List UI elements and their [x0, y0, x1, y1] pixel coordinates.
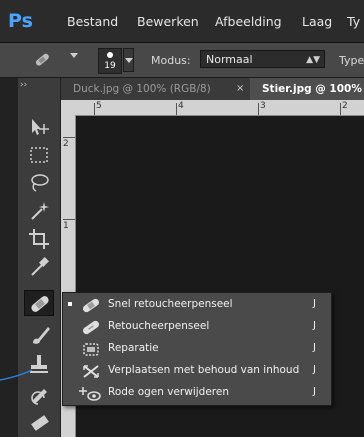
red-eye-tool-icon [79, 384, 103, 403]
flyout-label: Retoucheerpenseel [108, 320, 210, 332]
ruler-label: 4 [178, 101, 184, 111]
flyout-shortcut: J [313, 320, 316, 331]
ruler-tick [94, 103, 95, 115]
flyout-label: Rode ogen verwijderen [108, 386, 229, 398]
close-icon[interactable]: × [236, 78, 244, 100]
ruler-label: 2 [342, 101, 348, 111]
up-down-arrows-icon: ▲▼ [306, 55, 320, 65]
tab-stier[interactable]: Stier.jpg @ 100% [250, 78, 364, 100]
options-bar: 19 Modus: Normaal ▲▼ Type [0, 43, 364, 78]
spot-healing-brush-icon [79, 296, 103, 315]
selected-bullet-icon [68, 302, 72, 306]
ruler-label: 1 [63, 221, 69, 231]
flyout-shortcut: J [313, 298, 316, 309]
flyout-item-content-aware-move[interactable]: Verplaatsen met behoud van inhoud J [63, 361, 331, 382]
mode-select[interactable]: Normaal ▲▼ [200, 50, 325, 68]
menu-type[interactable]: Ty [347, 14, 360, 30]
ruler-tick [63, 219, 75, 220]
content-aware-move-icon [79, 362, 103, 381]
brush-size-value: 19 [104, 61, 116, 71]
photoshop-logo: Ps [8, 10, 33, 32]
horizontal-ruler: 5 4 3 2 [60, 100, 364, 116]
ruler-tick [340, 103, 341, 115]
brush-tip-icon [107, 52, 113, 58]
mode-label: Modus: [151, 54, 191, 67]
panel-collapse-icon[interactable]: ›› [20, 80, 58, 90]
spot-healing-brush-icon[interactable] [32, 51, 52, 69]
brush-size-picker[interactable]: 19 [98, 48, 122, 74]
brush-tool-icon[interactable] [24, 322, 54, 348]
ruler-tick [176, 103, 177, 115]
menu-afbeelding[interactable]: Afbeelding [215, 14, 282, 30]
lasso-tool-icon[interactable] [24, 170, 54, 196]
patch-tool-icon [79, 340, 103, 359]
tool-preset-caret-icon[interactable] [70, 53, 78, 58]
flyout-item-healing-brush[interactable]: Retoucheerpenseel J [63, 317, 331, 338]
magic-wand-icon[interactable] [24, 198, 54, 224]
healing-tools-flyout: Snel retoucheerpenseel J Retoucheerpense… [62, 292, 332, 406]
flyout-item-spot-healing[interactable]: Snel retoucheerpenseel J [63, 295, 331, 316]
type-label: Type [339, 54, 364, 67]
ruler-tick [63, 137, 75, 138]
flyout-shortcut: J [313, 364, 316, 375]
flyout-label: Verplaatsen met behoud van inhoud [108, 364, 300, 376]
ruler-label: 2 [63, 139, 69, 149]
eraser-icon[interactable] [24, 410, 54, 436]
menu-bestand[interactable]: Bestand [67, 14, 118, 30]
flyout-shortcut: J [313, 386, 316, 397]
healing-brush-icon [79, 318, 103, 337]
flyout-label: Snel retoucheerpenseel [108, 298, 233, 310]
tab-duck-label: Duck.jpg @ 100% (RGB/8) [73, 83, 211, 95]
move-tool-icon[interactable] [24, 114, 54, 140]
eyedropper-icon[interactable] [24, 254, 54, 280]
ruler-tick [258, 103, 259, 115]
spot-healing-brush-icon[interactable] [24, 290, 54, 316]
photoshop-window: Ps Bestand Bewerken Afbeelding Laag Ty 1… [0, 0, 364, 437]
flyout-shortcut: J [313, 342, 316, 353]
tab-stier-label: Stier.jpg @ 100% [262, 83, 362, 95]
clone-stamp-icon[interactable] [24, 352, 54, 378]
menu-bewerken[interactable]: Bewerken [137, 14, 199, 30]
menu-laag[interactable]: Laag [302, 14, 332, 30]
ruler-label: 5 [96, 101, 102, 111]
menu-bar: Ps Bestand Bewerken Afbeelding Laag Ty [0, 0, 364, 43]
flyout-item-patch[interactable]: Reparatie J [63, 339, 331, 360]
mode-select-value: Normaal [206, 53, 253, 66]
history-brush-icon[interactable] [24, 382, 54, 408]
crop-tool-icon[interactable] [24, 226, 54, 252]
marquee-tool-icon[interactable] [24, 142, 54, 168]
brush-picker-caret-icon[interactable] [123, 48, 134, 72]
ruler-label: 3 [260, 101, 266, 111]
flyout-label: Reparatie [108, 342, 159, 354]
flyout-item-red-eye[interactable]: Rode ogen verwijderen J [63, 383, 331, 404]
document-tab-bar: Duck.jpg @ 100% (RGB/8) × Stier.jpg @ 10… [20, 78, 364, 100]
tools-panel: ›› [18, 78, 61, 437]
